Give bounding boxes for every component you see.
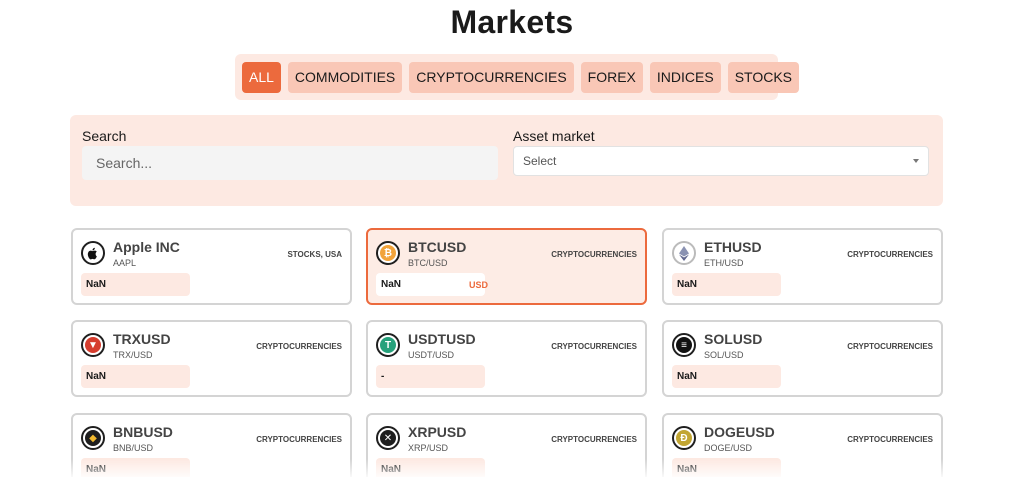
asset-price: NaN — [376, 458, 485, 477]
tab-stocks[interactable]: STOCKS — [727, 61, 800, 93]
price-value: NaN — [677, 371, 698, 382]
price-value: NaN — [381, 279, 402, 290]
tron-icon: ▼ — [81, 333, 105, 357]
price-value: NaN — [86, 371, 107, 382]
asset-pair: USDT/USD — [408, 350, 455, 360]
market-card-btcusd[interactable]: ₿ BTCUSD BTC/USD CRYPTOCURRENCIES NaN US… — [366, 228, 647, 305]
asset-price: NaN — [81, 365, 190, 388]
asset-category: CRYPTOCURRENCIES — [256, 435, 342, 444]
chevron-down-icon — [913, 159, 919, 163]
tab-forex[interactable]: FOREX — [580, 61, 643, 93]
market-tabs: ALL COMMODITIES CRYPTOCURRENCIES FOREX I… — [235, 54, 800, 100]
asset-pair: ETH/USD — [704, 258, 744, 268]
tab-commodities[interactable]: COMMODITIES — [287, 61, 403, 93]
tab-all[interactable]: ALL — [242, 61, 281, 93]
asset-price: NaN — [672, 458, 781, 477]
asset-pair: TRX/USD — [113, 350, 153, 360]
price-value: NaN — [86, 464, 107, 475]
price-currency: USD — [469, 279, 489, 290]
asset-name: BNBUSD — [113, 424, 173, 440]
asset-pair: SOL/USD — [704, 350, 744, 360]
price-value: - — [381, 371, 385, 382]
market-card-solusd[interactable]: ≡ SOLUSD SOL/USD CRYPTOCURRENCIES NaN — [662, 320, 943, 397]
price-value: NaN — [381, 464, 402, 475]
search-label: Search — [82, 128, 127, 144]
asset-name: DOGEUSD — [704, 424, 775, 440]
market-card-ethusd[interactable]: ETHUSD ETH/USD CRYPTOCURRENCIES NaN — [662, 228, 943, 305]
tab-indices[interactable]: INDICES — [649, 61, 721, 93]
asset-name: TRXUSD — [113, 331, 171, 347]
asset-category: CRYPTOCURRENCIES — [551, 342, 637, 351]
page-title: Markets — [450, 4, 574, 40]
bitcoin-icon: ₿ — [376, 241, 400, 265]
market-card-bnbusd[interactable]: ◆ BNBUSD BNB/USD CRYPTOCURRENCIES NaN — [71, 413, 352, 477]
asset-price: - — [376, 365, 485, 388]
asset-price: NaN — [81, 273, 190, 296]
search-input[interactable] — [82, 146, 498, 180]
asset-name: Apple INC — [113, 239, 180, 255]
market-card-usdtusd[interactable]: T USDTUSD USDT/USD CRYPTOCURRENCIES - — [366, 320, 647, 397]
bnb-icon: ◆ — [81, 426, 105, 450]
price-value: NaN — [677, 464, 698, 475]
asset-pair: AAPL — [113, 258, 137, 268]
asset-category: STOCKS, USA — [287, 250, 342, 259]
asset-name: USDTUSD — [408, 331, 476, 347]
asset-price: NaN USD — [376, 273, 489, 296]
asset-category: CRYPTOCURRENCIES — [551, 250, 637, 259]
asset-price: NaN — [81, 458, 190, 477]
asset-pair: DOGE/USD — [704, 443, 753, 453]
tab-cryptocurrencies[interactable]: CRYPTOCURRENCIES — [409, 61, 574, 93]
asset-market-select[interactable]: Select — [513, 146, 929, 176]
market-card-xrpusd[interactable]: ✕ XRPUSD XRP/USD CRYPTOCURRENCIES NaN — [366, 413, 647, 477]
market-card-dogeusd[interactable]: Ð DOGEUSD DOGE/USD CRYPTOCURRENCIES NaN — [662, 413, 943, 477]
tether-icon: T — [376, 333, 400, 357]
solana-icon: ≡ — [672, 333, 696, 357]
asset-pair: BNB/USD — [113, 443, 154, 453]
market-card-trxusd[interactable]: ▼ TRXUSD TRX/USD CRYPTOCURRENCIES NaN — [71, 320, 352, 397]
asset-name: ETHUSD — [704, 239, 762, 255]
asset-name: SOLUSD — [704, 331, 763, 347]
asset-name: XRPUSD — [408, 424, 467, 440]
asset-pair: BTC/USD — [408, 258, 448, 268]
price-value: NaN — [677, 279, 698, 290]
asset-market-value: Select — [523, 154, 557, 168]
asset-price: NaN — [672, 273, 781, 296]
asset-category: CRYPTOCURRENCIES — [551, 435, 637, 444]
ethereum-icon — [672, 241, 696, 265]
filter-panel: Search Asset market Select — [70, 115, 943, 206]
price-value: NaN — [86, 279, 107, 290]
asset-category: CRYPTOCURRENCIES — [847, 342, 933, 351]
dogecoin-icon: Ð — [672, 426, 696, 450]
asset-price: NaN — [672, 365, 781, 388]
asset-category: CRYPTOCURRENCIES — [847, 250, 933, 259]
asset-category: CRYPTOCURRENCIES — [256, 342, 342, 351]
asset-name: BTCUSD — [408, 239, 467, 255]
asset-market-label: Asset market — [513, 128, 595, 144]
xrp-icon: ✕ — [376, 426, 400, 450]
asset-category: CRYPTOCURRENCIES — [847, 435, 933, 444]
market-card-aapl[interactable]: Apple INC AAPL STOCKS, USA NaN — [71, 228, 352, 305]
apple-icon — [81, 241, 105, 265]
asset-pair: XRP/USD — [408, 443, 449, 453]
